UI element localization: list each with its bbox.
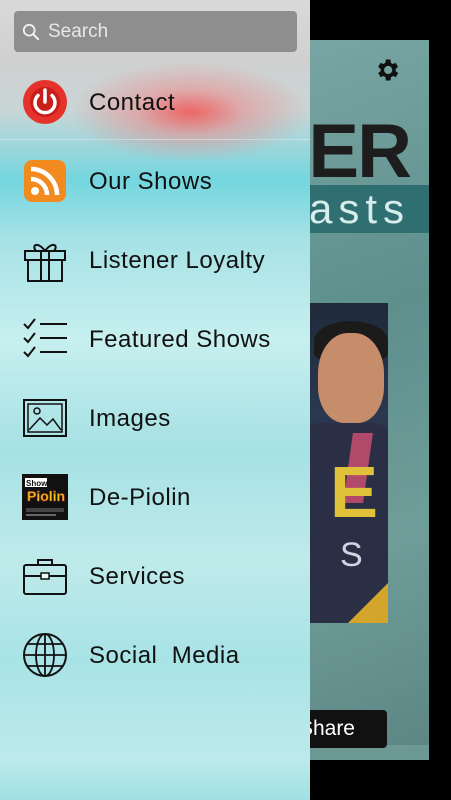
menu-item-our-shows[interactable]: Our Shows — [0, 142, 310, 221]
svg-text:Show: Show — [26, 479, 48, 488]
checklist-icon — [22, 316, 68, 362]
power-icon — [22, 79, 68, 125]
menu-item-social-media[interactable]: Social Media — [0, 616, 310, 695]
menu-item-de-piolin[interactable]: Show Piolin De-Piolin — [0, 458, 310, 537]
search-input[interactable] — [46, 12, 290, 51]
gold-corner-accent — [348, 583, 388, 623]
menu-item-listener-loyalty[interactable]: Listener Loyalty — [0, 221, 310, 300]
menu-item-label: Our Shows — [89, 168, 213, 195]
menu-item-label: Images — [89, 405, 171, 432]
search-bar[interactable] — [14, 11, 297, 52]
gear-icon[interactable] — [373, 56, 401, 84]
menu-item-label: Featured Shows — [89, 326, 271, 353]
menu-item-label: Listener Loyalty — [89, 247, 266, 274]
svg-text:Piolin: Piolin — [27, 488, 65, 504]
menu-item-contact[interactable]: Contact — [0, 63, 310, 142]
briefcase-icon — [22, 553, 68, 599]
menu-item-label: De-Piolin — [89, 484, 191, 511]
search-icon — [22, 23, 40, 40]
menu-item-label: Services — [89, 563, 186, 590]
menu-item-services[interactable]: Services — [0, 537, 310, 616]
globe-icon — [22, 632, 68, 678]
side-drawer: Contact Our Shows Listener Loyalty — [0, 0, 310, 800]
host-face — [318, 333, 384, 423]
piolin-logo-icon: Show Piolin — [22, 474, 68, 520]
image-icon — [22, 395, 68, 441]
photo-overlay-letter: E — [330, 453, 379, 533]
photo-overlay-small-letter: S — [340, 536, 363, 574]
menu-item-images[interactable]: Images — [0, 379, 310, 458]
rss-icon — [22, 158, 68, 204]
menu-item-label: Contact — [89, 89, 176, 116]
menu-item-featured-shows[interactable]: Featured Shows — [0, 300, 310, 379]
menu-item-label: Social Media — [89, 642, 240, 669]
gift-icon — [22, 237, 68, 283]
